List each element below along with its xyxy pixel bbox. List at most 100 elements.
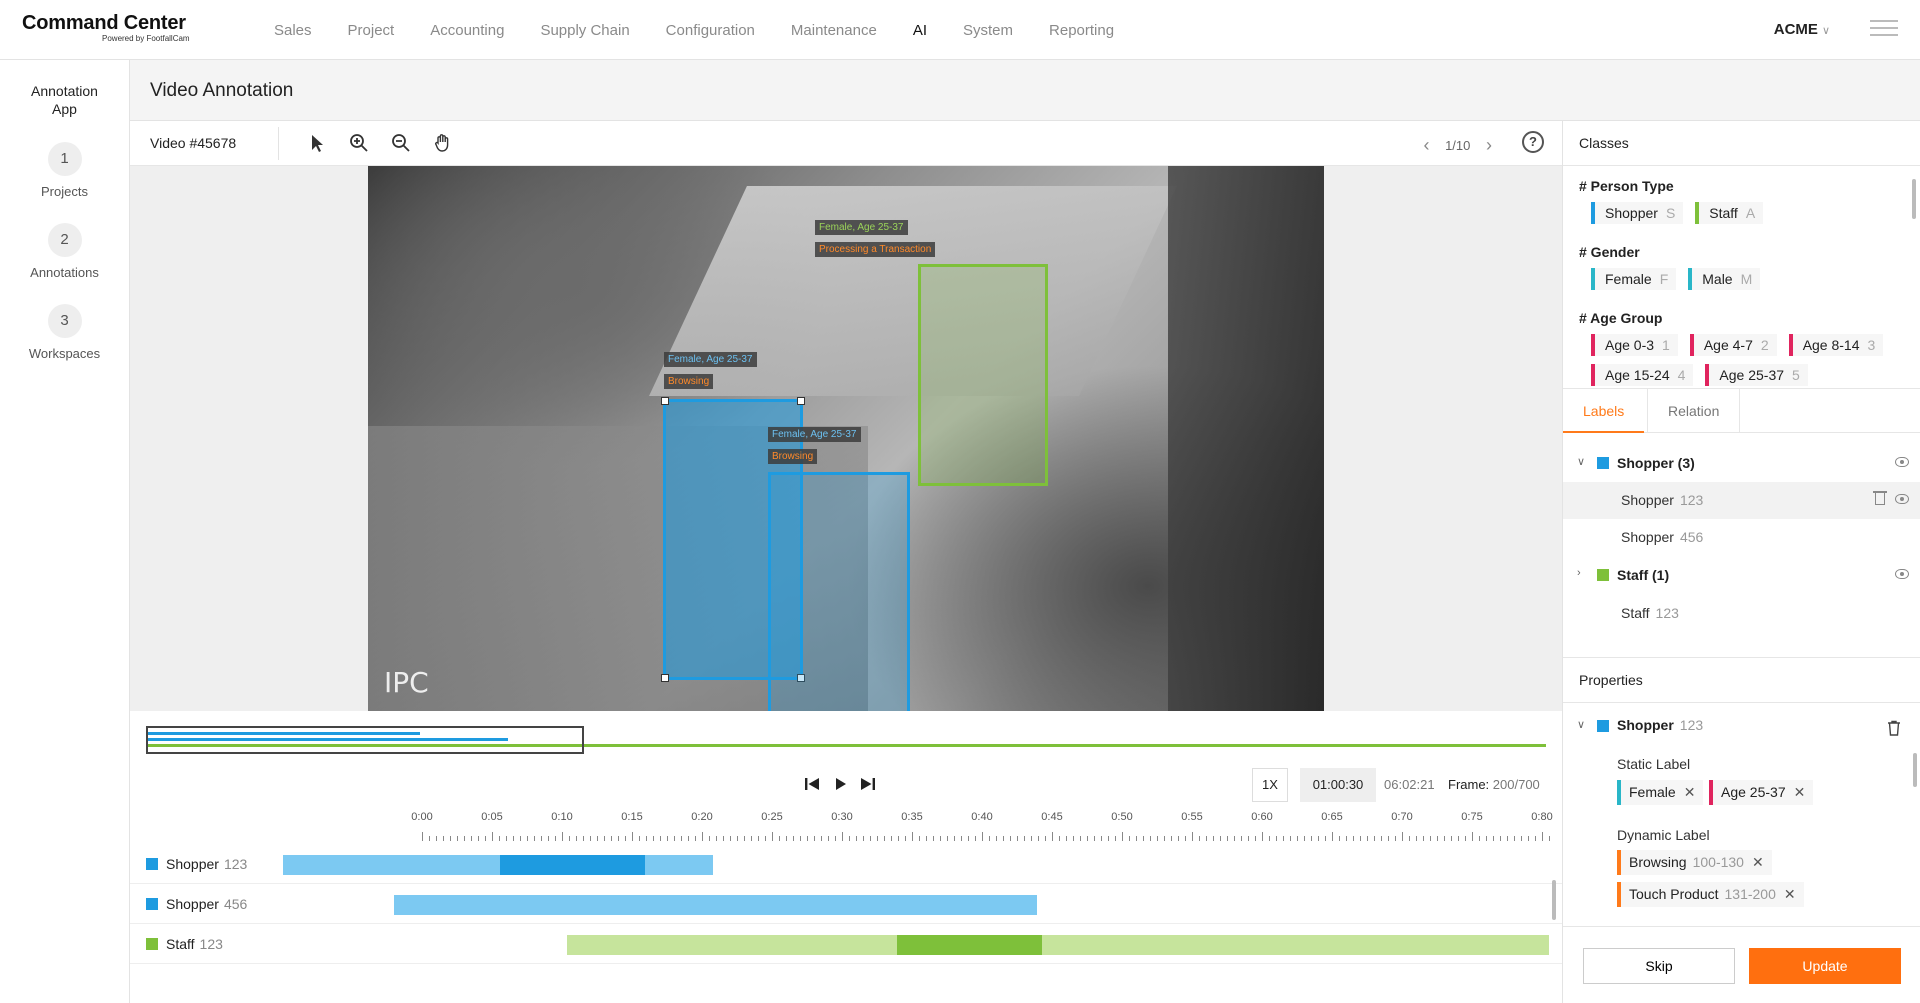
overview-viewport-window[interactable] — [146, 726, 584, 754]
class-chip[interactable]: Age 8-14 3 — [1788, 334, 1884, 356]
nav-sales[interactable]: Sales — [274, 22, 312, 39]
properties-scrollbar[interactable] — [1913, 753, 1917, 787]
nav-supply-chain[interactable]: Supply Chain — [540, 22, 629, 39]
nav-ai[interactable]: AI — [913, 22, 927, 39]
ruler-tick-mark — [898, 836, 899, 841]
zoom-out-icon[interactable] — [390, 132, 412, 154]
zoom-in-icon[interactable] — [348, 132, 370, 154]
ruler-tick-mark — [1388, 836, 1389, 841]
playback-speed-button[interactable]: 1X — [1252, 768, 1288, 802]
resize-handle[interactable] — [661, 397, 669, 405]
hamburger-menu-icon[interactable] — [1870, 20, 1898, 40]
ruler-tick-mark — [1304, 836, 1305, 841]
delete-trash-icon[interactable] — [1873, 491, 1887, 505]
nav-accounting[interactable]: Accounting — [430, 22, 504, 39]
brand-logo[interactable]: Command Center Powered by FootfallCam — [22, 12, 190, 43]
timeline-overview[interactable] — [146, 726, 1548, 754]
timeline-ruler[interactable]: 0:00 0:05 0:10 0:15 0:20 0:25 0:30 0:35 0:40 0:45… — [290, 811, 1623, 841]
dynamic-tag-browsing: Browsing 100-130 ✕ — [1617, 850, 1772, 875]
ruler-tick-mark — [1178, 836, 1179, 841]
sidebar-item-workspaces[interactable]: 3 Workspaces — [0, 304, 129, 361]
static-tag-female: Female ✕ — [1617, 780, 1704, 805]
nav-configuration[interactable]: Configuration — [666, 22, 755, 39]
video-pager: ‹ 1/10 › — [1423, 134, 1492, 155]
resize-handle[interactable] — [797, 397, 805, 405]
right-panel: Classes # Person Type Shopper S Staff A # Gen… — [1562, 120, 1920, 1003]
label-item-shopper-123[interactable]: Shopper 123 — [1563, 482, 1920, 519]
track-segment[interactable] — [567, 935, 1549, 955]
ruler-tick-mark — [1514, 836, 1515, 841]
chevron-down-icon[interactable]: ∨ — [1577, 718, 1585, 731]
remove-tag-icon[interactable]: ✕ — [1784, 886, 1796, 902]
class-chip[interactable]: Shopper S — [1591, 202, 1684, 224]
track-staff-123[interactable]: Staff 123 — [130, 924, 1562, 964]
track-segment[interactable] — [283, 855, 713, 875]
class-chip[interactable]: Age 15-24 4 — [1591, 364, 1694, 386]
class-chip[interactable]: Age 25-37 5 — [1705, 364, 1808, 386]
label-item-shopper-456[interactable]: Shopper 456 — [1563, 519, 1920, 556]
track-shopper-456[interactable]: Shopper 456 — [130, 884, 1562, 924]
track-id: 123 — [223, 856, 248, 872]
label-item-staff-123[interactable]: Staff 123 — [1563, 595, 1920, 632]
staff-gender-age-tag: Female, Age 25-37 — [815, 220, 908, 235]
play-icon[interactable] — [830, 774, 850, 794]
visibility-eye-icon[interactable] — [1895, 457, 1909, 467]
chevron-right-icon[interactable]: › — [1577, 567, 1581, 579]
nav-project[interactable]: Project — [348, 22, 395, 39]
track-segment-selected[interactable] — [500, 855, 645, 875]
class-chip[interactable]: Female F — [1591, 268, 1677, 290]
remove-tag-icon[interactable]: ✕ — [1684, 784, 1696, 800]
class-chip-row: Female F Male M — [1579, 268, 1905, 298]
shopper-456-gender-age-tag: Female, Age 25-37 — [768, 427, 861, 442]
track-id: 123 — [199, 936, 223, 952]
nav-system[interactable]: System — [963, 22, 1013, 39]
bounding-box-shopper-456[interactable] — [768, 472, 910, 711]
select-pointer-icon[interactable] — [306, 132, 328, 154]
skip-forward-icon[interactable] — [858, 774, 878, 794]
chevron-down-icon[interactable]: ∨ — [1577, 455, 1585, 468]
resize-handle[interactable] — [661, 674, 669, 682]
tab-labels[interactable]: Labels — [1563, 389, 1645, 433]
ruler-tick-mark — [1052, 832, 1053, 841]
help-icon[interactable]: ? — [1522, 131, 1544, 153]
skip-button[interactable]: Skip — [1583, 948, 1735, 984]
ruler-tick-mark — [1332, 832, 1333, 841]
visibility-eye-icon[interactable] — [1895, 494, 1909, 504]
bounding-box-staff-123[interactable] — [918, 264, 1048, 486]
pan-hand-icon[interactable] — [432, 132, 454, 154]
ruler-tick-mark — [1031, 836, 1032, 841]
label-group-shopper[interactable]: ∨ Shopper (3) — [1563, 445, 1920, 482]
update-button[interactable]: Update — [1749, 948, 1901, 984]
ruler-tick-label: 0:40 — [971, 811, 993, 823]
classes-scrollbar[interactable] — [1912, 179, 1916, 219]
skip-back-icon[interactable] — [802, 774, 822, 794]
sidebar-item-annotations[interactable]: 2 Annotations — [0, 223, 129, 280]
video-frame[interactable]: IPC Female, Age 25-37 Processing a Trans… — [368, 166, 1324, 711]
tracks-scrollbar[interactable] — [1552, 880, 1556, 920]
class-chip[interactable]: Age 4-7 2 — [1689, 334, 1777, 356]
ruler-tick-mark — [1535, 836, 1536, 841]
nav-maintenance[interactable]: Maintenance — [791, 22, 877, 39]
track-segment[interactable] — [394, 895, 1037, 915]
remove-tag-icon[interactable]: ✕ — [1752, 854, 1764, 870]
ruler-tick-label: 0:80 — [1531, 811, 1553, 823]
page-title: Video Annotation — [150, 80, 294, 101]
tab-relation[interactable]: Relation — [1647, 389, 1741, 433]
tenant-selector[interactable]: ACME ∨ — [1774, 21, 1830, 38]
delete-trash-icon[interactable] — [1887, 720, 1901, 736]
nav-reporting[interactable]: Reporting — [1049, 22, 1114, 39]
visibility-eye-icon[interactable] — [1895, 569, 1909, 579]
next-video-icon[interactable]: › — [1486, 135, 1492, 155]
class-chip[interactable]: Staff A — [1695, 202, 1764, 224]
ruler-tick-mark — [1136, 836, 1137, 841]
sidebar-item-projects[interactable]: 1 Projects — [0, 142, 129, 199]
previous-video-icon[interactable]: ‹ — [1423, 135, 1429, 155]
track-shopper-123[interactable]: Shopper 123 — [130, 844, 1562, 884]
track-segment-selected[interactable] — [897, 935, 1042, 955]
ruler-tick-mark — [1045, 836, 1046, 841]
class-chip[interactable]: Male M — [1688, 268, 1761, 290]
label-group-staff[interactable]: › Staff (1) — [1563, 557, 1920, 594]
ruler-tick-mark — [1164, 836, 1165, 841]
remove-tag-icon[interactable]: ✕ — [1794, 784, 1806, 800]
class-chip[interactable]: Age 0-3 1 — [1591, 334, 1678, 356]
